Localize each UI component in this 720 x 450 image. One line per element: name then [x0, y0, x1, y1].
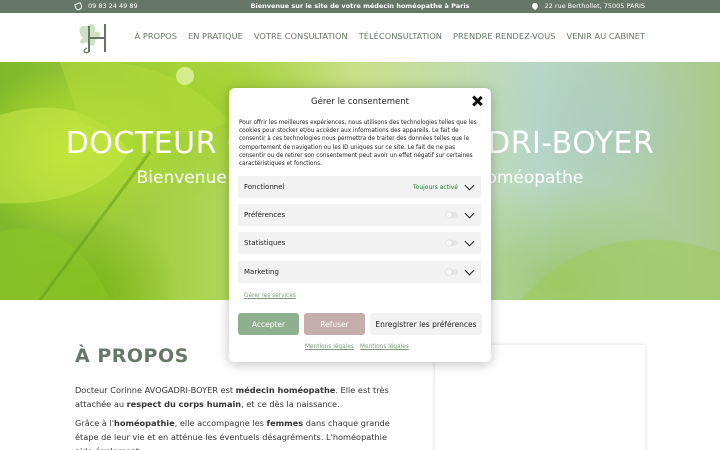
category-preferences[interactable]: Préférences — [238, 204, 481, 226]
legal-notice-link[interactable]: Mentions légales — [305, 344, 354, 350]
bold-text: médecin homéopathe — [235, 385, 336, 395]
text-span: Grâce à l' — [75, 418, 115, 428]
save-preferences-button[interactable]: Enregistrer les préférences — [370, 313, 482, 335]
cookie-consent-modal: Gérer le consentement Pour offrir les me… — [229, 88, 491, 362]
manage-services-link[interactable]: Gérer les services — [244, 293, 296, 299]
close-icon[interactable] — [472, 96, 482, 106]
top-info-bar: 09 83 24 49 89 Bienvenue sur le site de … — [0, 0, 720, 13]
main-nav: À PROPOS EN PRATIQUE VOTRE CONSULTATION … — [135, 31, 645, 41]
chevron-down-icon[interactable] — [464, 208, 475, 218]
site-logo[interactable] — [75, 18, 119, 58]
nav-item-prendre-rendez-vous[interactable]: PRENDRE RENDEZ-VOUS — [453, 31, 556, 41]
statistics-toggle[interactable] — [446, 240, 458, 246]
about-paragraph-2: Grâce à l'homéopathie, elle accompagne l… — [75, 416, 405, 450]
category-fonctionnel[interactable]: Fonctionnel Toujours activé — [238, 176, 481, 198]
category-label: Marketing — [244, 268, 279, 276]
text-span: , et ce dès la naissance. — [241, 399, 340, 409]
category-statistiques[interactable]: Statistiques — [238, 232, 481, 254]
bold-text: femmes — [266, 418, 304, 428]
about-content: Docteur Corinne AVOGADRI-BOYER est médec… — [75, 383, 405, 450]
category-label: Fonctionnel — [244, 183, 285, 191]
consent-description: Pour offrir les meilleures expériences, … — [239, 120, 477, 168]
site-header: À PROPOS EN PRATIQUE VOTRE CONSULTATION … — [0, 13, 720, 62]
always-active-label: Toujours activé — [413, 183, 458, 191]
refuse-button[interactable]: Refuser — [304, 313, 365, 335]
chevron-down-icon[interactable] — [464, 236, 475, 246]
nav-item-votre-consultation[interactable]: VOTRE CONSULTATION — [254, 31, 348, 41]
text-span: Docteur Corinne AVOGADRI-BOYER est — [75, 385, 236, 395]
about-paragraph-1: Docteur Corinne AVOGADRI-BOYER est médec… — [75, 383, 405, 411]
modal-title: Gérer le consentement — [311, 97, 409, 107]
nav-item-venir-au-cabinet[interactable]: VENIR AU CABINET — [567, 31, 645, 41]
marketing-toggle[interactable] — [446, 269, 458, 275]
nav-item-a-propos[interactable]: À PROPOS — [135, 31, 177, 41]
category-label: Préférences — [244, 211, 286, 219]
chevron-down-icon[interactable] — [464, 180, 475, 190]
address-contact: 22 rue Berthollet, 75005 PARIS — [531, 1, 645, 11]
chevron-down-icon[interactable] — [464, 265, 475, 275]
accept-button[interactable]: Accepter — [238, 313, 299, 335]
nav-item-teleconsultation[interactable]: TÉLÉCONSULTATION — [359, 31, 442, 41]
legal-notice-link[interactable]: Mentions légales — [360, 344, 409, 350]
preferences-toggle[interactable] — [446, 212, 458, 218]
about-title: À PROPOS — [75, 345, 189, 367]
text-span: , elle accompagne les — [174, 418, 267, 428]
bold-text: homéopathie — [114, 418, 175, 428]
category-marketing[interactable]: Marketing — [238, 261, 481, 283]
category-label: Statistiques — [244, 239, 286, 247]
address-text: 22 rue Berthollet, 75005 PARIS — [544, 2, 645, 10]
nav-item-en-pratique[interactable]: EN PRATIQUE — [188, 31, 243, 41]
map-pin-icon — [531, 1, 540, 11]
bold-text: respect du corps humain — [126, 399, 242, 409]
